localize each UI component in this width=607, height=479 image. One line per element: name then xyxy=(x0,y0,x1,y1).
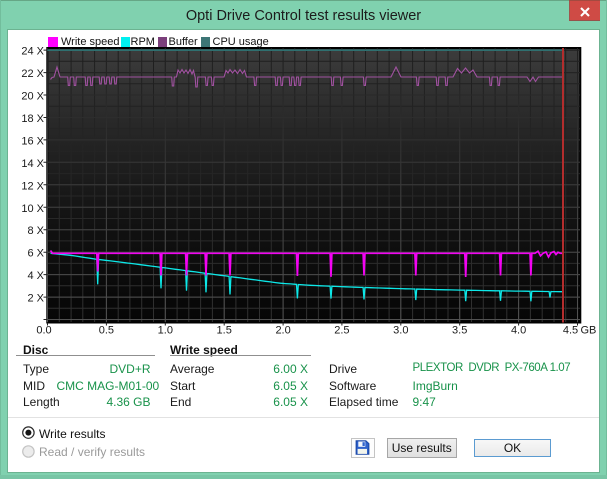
svg-text:4 X: 4 X xyxy=(27,270,44,282)
svg-text:2.5: 2.5 xyxy=(334,325,349,337)
svg-text:16 X: 16 X xyxy=(21,135,44,147)
svg-text:12 X: 12 X xyxy=(21,180,44,192)
svg-text:GB: GB xyxy=(581,325,597,337)
svg-text:4.0: 4.0 xyxy=(511,325,526,337)
svg-text:22 X: 22 X xyxy=(21,68,44,80)
svg-text:18 X: 18 X xyxy=(21,113,44,125)
svg-text:20 X: 20 X xyxy=(21,91,44,103)
svg-text:4.5: 4.5 xyxy=(563,325,578,337)
svg-text:6 X: 6 X xyxy=(27,248,44,260)
svg-text:10 X: 10 X xyxy=(21,203,44,215)
svg-text:2.0: 2.0 xyxy=(275,325,290,337)
svg-text:2 X: 2 X xyxy=(27,293,44,305)
svg-text:8 X: 8 X xyxy=(27,225,44,237)
svg-text:0.5: 0.5 xyxy=(99,325,114,337)
svg-text:0.0: 0.0 xyxy=(36,325,51,337)
svg-text:1.5: 1.5 xyxy=(217,325,232,337)
svg-text:14 X: 14 X xyxy=(21,158,44,170)
svg-text:3.0: 3.0 xyxy=(393,325,408,337)
svg-text:1.0: 1.0 xyxy=(158,325,173,337)
svg-text:3.5: 3.5 xyxy=(452,325,467,337)
svg-text:24 X: 24 X xyxy=(21,46,44,58)
